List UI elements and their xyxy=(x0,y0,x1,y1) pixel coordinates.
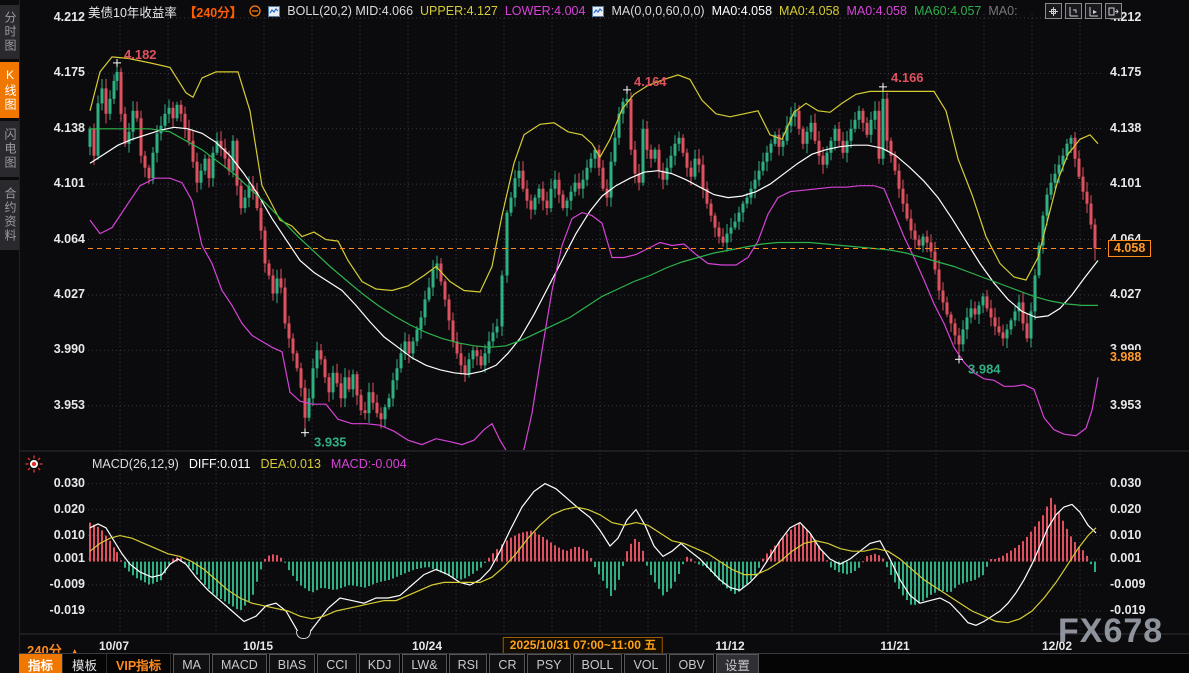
toolbar-btn-cci[interactable]: CCI xyxy=(317,654,357,673)
macd-axis-label-left: 0.020 xyxy=(38,502,85,516)
x-axis-zoom-icon[interactable] xyxy=(1085,3,1102,19)
sidebar-item-label: 合约资料 xyxy=(3,187,17,243)
toolbar-btn-cr[interactable]: CR xyxy=(489,654,525,673)
x-axis-date-selected: 2025/10/31 07:00~11:00 五 xyxy=(503,637,663,654)
x-axis-date: 10/07 xyxy=(99,639,129,653)
y-axis-label-left: 4.027 xyxy=(38,287,85,301)
ma0-magenta-value: MA0:4.058 xyxy=(847,4,907,18)
macd-axis-label-left: 0.001 xyxy=(38,551,85,565)
live-alert-icon[interactable] xyxy=(25,455,43,473)
chart-type-sidebar: 分时图 K线图 闪电图 合约资料 xyxy=(0,0,20,673)
toolbar-tab-vip-indicators[interactable]: VIP指标 xyxy=(107,654,171,673)
prev-settle-marker: 3.988 xyxy=(1110,350,1141,364)
toolbar-btn-settings[interactable]: 设置 xyxy=(716,654,759,673)
macd-axis-label-left: 0.030 xyxy=(38,476,85,490)
x-axis-date: 11/12 xyxy=(715,639,744,653)
x-axis-date: 10/24 xyxy=(412,639,442,653)
y-axis-label-left: 4.064 xyxy=(38,232,85,246)
ma-indicator-icon[interactable] xyxy=(592,6,604,17)
y-axis-label-right: 3.953 xyxy=(1110,398,1170,412)
x-axis-date: 11/21 xyxy=(880,639,909,653)
sidebar-item-contract-info[interactable]: 合约资料 xyxy=(0,180,19,250)
toolbar-tab-templates[interactable]: 模板 xyxy=(63,654,107,673)
macd-dea-value: DEA:0.013 xyxy=(260,457,320,471)
toolbar-btn-boll[interactable]: BOLL xyxy=(573,654,623,673)
macd-axis-label-right: -0.019 xyxy=(1110,603,1170,617)
y-axis-label-left: 3.953 xyxy=(38,398,85,412)
macd-axis-label-left: 0.010 xyxy=(38,528,85,542)
move-crosshair-icon[interactable] xyxy=(1045,3,1062,19)
indicator-toolbar: 指标 模板 VIP指标 MA MACD BIAS CCI KDJ LW& RSI… xyxy=(19,653,1189,673)
y-axis-label-left: 4.175 xyxy=(38,65,85,79)
svg-text:4.182: 4.182 xyxy=(124,47,157,62)
y-axis-label-left: 3.990 xyxy=(38,342,85,356)
toolbar-tab-indicators[interactable]: 指标 xyxy=(19,654,63,673)
boll-values: BOLL(20,2) MID:4.066 xyxy=(287,4,413,18)
sidebar-item-label: 闪电图 xyxy=(3,128,17,170)
ma60-value: MA60:4.057 xyxy=(914,4,981,18)
svg-text:4.164: 4.164 xyxy=(634,74,667,89)
x-axis-date: 12/02 xyxy=(1042,639,1072,653)
chart-window-controls xyxy=(1045,3,1122,19)
period-label[interactable]: 【240分】 xyxy=(184,2,242,21)
toolbar-btn-obv[interactable]: OBV xyxy=(669,654,713,673)
sidebar-item-label: K线图 xyxy=(3,68,17,112)
y-axis-zoom-icon[interactable] xyxy=(1065,3,1082,19)
ma0-yellow-value: MA0:4.058 xyxy=(779,4,839,18)
macd-diff-value: DIFF:0.011 xyxy=(189,457,251,471)
macd-header: MACD(26,12,9) DIFF:0.011 DEA:0.013 MACD:… xyxy=(92,457,407,471)
boll-upper-value: UPPER:4.127 xyxy=(420,4,498,18)
ma0-empty-value: MA0: xyxy=(988,4,1017,18)
y-axis-label-right: 4.027 xyxy=(1110,287,1170,301)
macd-value: MACD:-0.004 xyxy=(331,457,407,471)
ma-params: MA(0,0,0,60,0,0) xyxy=(611,4,704,18)
x-axis-date: 10/15 xyxy=(243,639,273,653)
macd-axis-label-right: 0.030 xyxy=(1110,476,1170,490)
toolbar-btn-rsi[interactable]: RSI xyxy=(449,654,488,673)
macd-params: MACD(26,12,9) xyxy=(92,457,179,471)
toolbar-btn-lw[interactable]: LW& xyxy=(402,654,446,673)
pane-expand-icon[interactable] xyxy=(1105,3,1122,19)
macd-axis-label-left: -0.019 xyxy=(38,603,85,617)
ma0-white-value: MA0:4.058 xyxy=(712,4,772,18)
toolbar-btn-vol[interactable]: VOL xyxy=(624,654,667,673)
boll-lower-value: LOWER:4.004 xyxy=(505,4,586,18)
toolbar-btn-bias[interactable]: BIAS xyxy=(269,654,316,673)
y-axis-label-left: 4.212 xyxy=(38,10,85,24)
collapse-minus-icon[interactable] xyxy=(249,5,261,17)
macd-axis-label-right: 0.001 xyxy=(1110,551,1170,565)
y-axis-label-right: 4.138 xyxy=(1110,121,1170,135)
toolbar-btn-ma[interactable]: MA xyxy=(173,654,210,673)
svg-text:4.166: 4.166 xyxy=(891,70,924,85)
price-chart-canvas[interactable]: 4.182 4.164 4.166 3.935 3.984 xyxy=(0,0,1189,673)
trading-app-window: 4.182 4.164 4.166 3.935 3.984 分时图 K线图 闪电图 合约… xyxy=(0,0,1189,673)
sidebar-item-lightning-chart[interactable]: 闪电图 xyxy=(0,121,19,177)
sidebar-item-kline-chart[interactable]: K线图 xyxy=(0,62,19,118)
macd-axis-label-right: 0.020 xyxy=(1110,502,1170,516)
macd-axis-label-right: 0.010 xyxy=(1110,528,1170,542)
boll-indicator-icon[interactable] xyxy=(268,6,280,17)
toolbar-btn-kdj[interactable]: KDJ xyxy=(359,654,401,673)
y-axis-label-left: 4.101 xyxy=(38,176,85,190)
y-axis-label-right: 4.175 xyxy=(1110,65,1170,79)
sidebar-item-label: 分时图 xyxy=(3,11,17,53)
current-price-badge: 4.058 xyxy=(1108,240,1151,257)
indicator-header: 美债10年收益率 【240分】 BOLL(20,2) MID:4.066 UPP… xyxy=(88,3,1018,19)
toolbar-btn-macd[interactable]: MACD xyxy=(212,654,267,673)
macd-axis-label-right: -0.009 xyxy=(1110,577,1170,591)
svg-text:3.935: 3.935 xyxy=(314,435,347,450)
symbol-title: 美债10年收益率 xyxy=(88,2,177,21)
y-axis-label-right: 4.101 xyxy=(1110,176,1170,190)
svg-text:3.984: 3.984 xyxy=(968,361,1001,376)
macd-axis-label-left: -0.009 xyxy=(38,577,85,591)
toolbar-btn-psy[interactable]: PSY xyxy=(527,654,570,673)
y-axis-label-left: 4.138 xyxy=(38,121,85,135)
sidebar-item-time-chart[interactable]: 分时图 xyxy=(0,5,19,59)
